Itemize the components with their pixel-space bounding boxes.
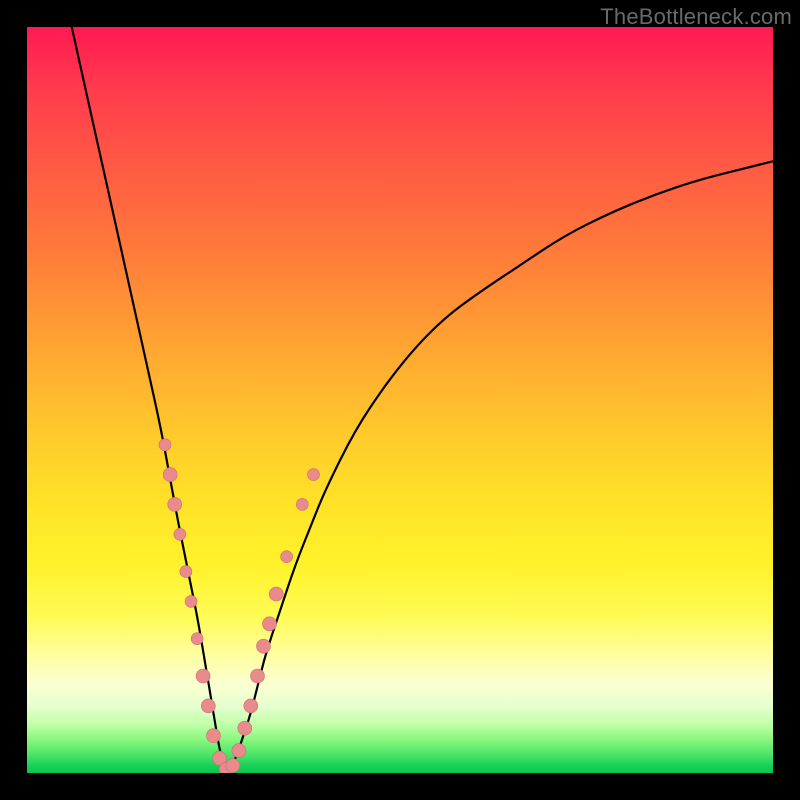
curve-marker (308, 469, 320, 481)
curve-marker (168, 497, 182, 511)
curve-marker (163, 468, 177, 482)
curve-marker (281, 551, 293, 563)
chart-stage: TheBottleneck.com (0, 0, 800, 800)
curve-marker (251, 669, 265, 683)
curve-marker (226, 759, 240, 773)
curve-marker (185, 595, 197, 607)
curve-marker (263, 617, 277, 631)
marker-group (159, 439, 320, 773)
bottleneck-curve (72, 27, 773, 769)
plot-area (27, 27, 773, 773)
curve-marker (269, 587, 283, 601)
curve-marker (296, 498, 308, 510)
curve-marker (244, 699, 258, 713)
curve-marker (191, 633, 203, 645)
curve-marker (238, 721, 252, 735)
curve-marker (201, 699, 215, 713)
curve-marker (196, 669, 210, 683)
curve-marker (159, 439, 171, 451)
curve-marker (232, 744, 246, 758)
curve-marker (257, 639, 271, 653)
watermark-text: TheBottleneck.com (600, 4, 792, 30)
curve-marker (180, 566, 192, 578)
curve-marker (207, 729, 221, 743)
curve-layer (27, 27, 773, 773)
curve-marker (174, 528, 186, 540)
